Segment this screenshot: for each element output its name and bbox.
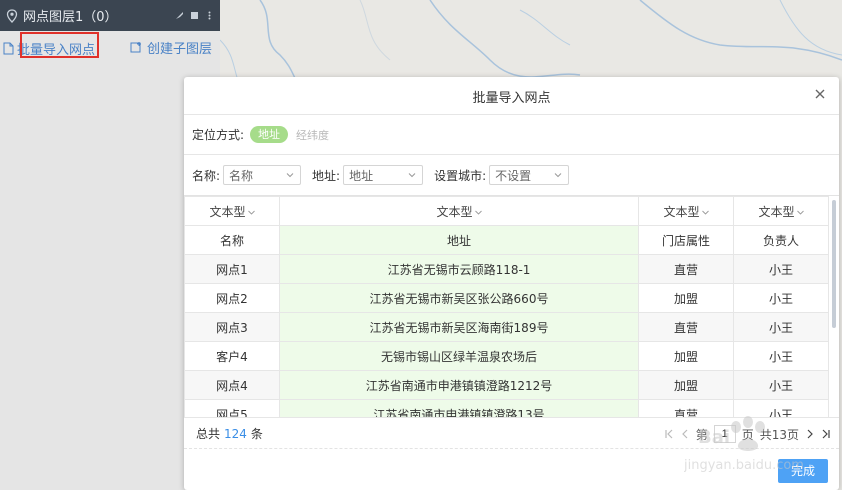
type-header-row: 文本型 文本型 文本型 文本型	[184, 196, 829, 226]
table-cell: 小王	[733, 283, 829, 313]
total-count: 总共 124 条	[196, 426, 263, 441]
create-sublayer-label: 创建子图层	[147, 41, 213, 57]
baidu-paw-logo: Bai jingyan.baidu.com	[683, 416, 804, 473]
watermark: Bai jingyan.baidu.com	[683, 411, 824, 476]
locate-method-label: 定位方式:	[192, 128, 245, 142]
city-field-select[interactable]: 不设置	[489, 165, 570, 185]
layer-header: 网点图层1（0）	[0, 0, 220, 31]
table-cell: 小王	[733, 370, 829, 400]
more-icon[interactable]	[205, 11, 214, 20]
field-name-cell: 地址	[279, 225, 639, 255]
table-cell: 直营	[638, 254, 734, 284]
table-row: 网点1 江苏省无锡市云顾路118-1 直营 小王	[184, 254, 829, 284]
chevron-down-icon	[408, 173, 416, 178]
table-cell: 无锡市锡山区绿羊温泉农场后	[279, 341, 639, 371]
table-cell: 加盟	[638, 370, 734, 400]
highlight-annotation	[20, 32, 99, 58]
address-field-label: 地址:	[312, 168, 341, 183]
first-page-icon[interactable]	[664, 428, 674, 440]
location-pin-icon	[6, 8, 18, 23]
table-cell: 江苏省无锡市云顾路118-1	[279, 254, 639, 284]
table-cell: 江苏省南通市申港镇镇澄路1212号	[279, 370, 639, 400]
table-cell: 网点4	[184, 370, 280, 400]
layer-title: 网点图层1（0）	[23, 10, 118, 25]
table-cell: 小王	[733, 312, 829, 342]
caret-down-icon	[796, 210, 804, 215]
table-cell: 网点3	[184, 312, 280, 342]
address-field-select[interactable]: 地址	[343, 165, 424, 185]
name-field-label: 名称:	[192, 168, 221, 183]
column-type-header[interactable]: 文本型	[733, 196, 829, 226]
address-field-value: 地址	[349, 168, 374, 183]
watermark-text: jingyan.baidu.com	[684, 458, 804, 473]
caret-down-icon	[701, 210, 709, 215]
total-count-number: 124	[224, 426, 247, 441]
table-cell: 江苏省无锡市新吴区海南街189号	[279, 312, 639, 342]
field-name-row: 名称 地址 门店属性 负责人	[184, 225, 829, 255]
column-type-header[interactable]: 文本型	[638, 196, 734, 226]
locate-method-row: 定位方式: 地址 经纬度	[184, 115, 839, 155]
file-icon	[3, 42, 14, 54]
preview-table-container[interactable]: 文本型 文本型 文本型 文本型 名称 地址 门店属性 负责人 网点1 江苏省无锡…	[184, 195, 839, 417]
table-cell: 直营	[638, 312, 734, 342]
add-layer-icon	[130, 42, 141, 53]
table-row: 客户4 无锡市锡山区绿羊温泉农场后 加盟 小王	[184, 341, 829, 371]
brush-icon[interactable]	[175, 11, 184, 20]
table-cell: 网点2	[184, 283, 280, 313]
table-cell: 网点5	[184, 399, 280, 417]
table-row: 网点4 江苏省南通市申港镇镇澄路1212号 加盟 小王	[184, 370, 829, 400]
create-sublayer-link[interactable]: 创建子图层	[130, 37, 212, 57]
field-name-cell: 门店属性	[638, 225, 734, 255]
column-type-header[interactable]: 文本型	[279, 196, 639, 226]
field-name-cell: 名称	[184, 225, 280, 255]
caret-down-icon	[247, 210, 255, 215]
city-field-value: 不设置	[495, 168, 532, 183]
close-icon[interactable]	[813, 87, 827, 101]
locate-option-lnglat[interactable]: 经纬度	[296, 127, 329, 143]
table-cell: 小王	[733, 341, 829, 371]
table-cell: 加盟	[638, 283, 734, 313]
name-field-value: 名称	[229, 168, 254, 183]
field-mapping-row: 名称: 名称 地址: 地址 设置城市: 不设置	[184, 155, 839, 195]
table-cell: 小王	[733, 254, 829, 284]
table-cell: 加盟	[638, 341, 734, 371]
grid-icon[interactable]	[190, 11, 199, 20]
city-field-label: 设置城市:	[434, 168, 487, 183]
table-row: 网点2 江苏省无锡市新吴区张公路660号 加盟 小王	[184, 283, 829, 313]
chevron-down-icon	[286, 173, 294, 178]
table-cell: 客户4	[184, 341, 280, 371]
column-type-header[interactable]: 文本型	[184, 196, 280, 226]
watermark-brand: Bai	[698, 427, 730, 448]
chevron-down-icon	[554, 173, 562, 178]
preview-table: 文本型 文本型 文本型 文本型 名称 地址 门店属性 负责人 网点1 江苏省无锡…	[184, 196, 829, 417]
table-cell: 江苏省无锡市新吴区张公路660号	[279, 283, 639, 313]
table-cell: 江苏省南通市申港镇镇澄路13号	[279, 399, 639, 417]
table-scrollbar[interactable]	[832, 200, 836, 328]
field-name-cell: 负责人	[733, 225, 829, 255]
name-field-select[interactable]: 名称	[223, 165, 302, 185]
locate-option-address[interactable]: 地址	[250, 126, 289, 143]
caret-down-icon	[474, 210, 482, 215]
dialog-header: 批量导入网点	[184, 77, 839, 115]
table-row: 网点3 江苏省无锡市新吴区海南街189号 直营 小王	[184, 312, 829, 342]
layer-tools	[175, 11, 214, 20]
dialog-title: 批量导入网点	[472, 91, 551, 106]
table-cell: 网点1	[184, 254, 280, 284]
